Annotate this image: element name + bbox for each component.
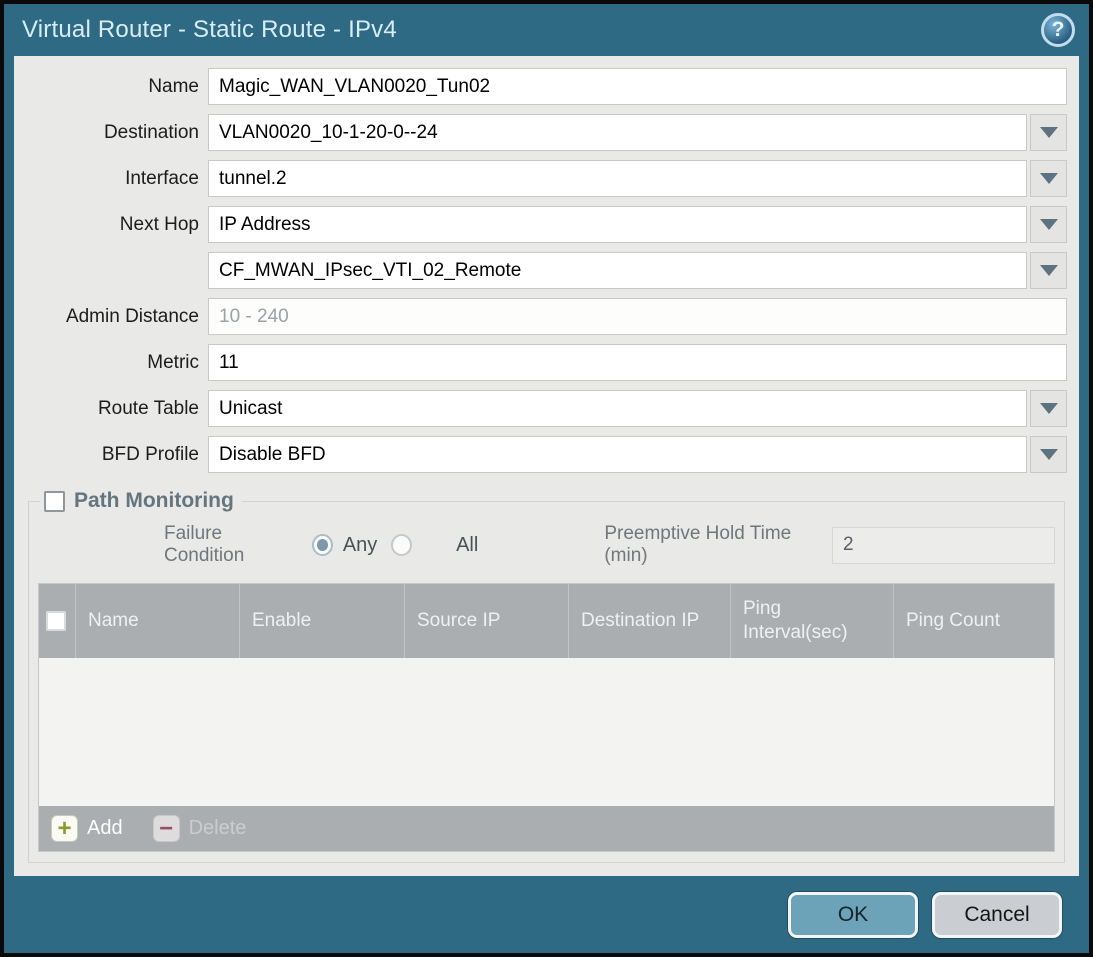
table-header-row: Name Enable Source IP Destination IP Pin…: [39, 584, 1054, 658]
chevron-down-icon: [1040, 173, 1058, 184]
route-table-label: Route Table: [26, 398, 208, 420]
path-monitoring-table: Name Enable Source IP Destination IP Pin…: [38, 583, 1055, 852]
table-body-empty: [39, 658, 1054, 806]
help-icon[interactable]: ?: [1041, 13, 1075, 47]
table-header-ping-count[interactable]: Ping Count: [893, 584, 1054, 658]
chevron-down-icon: [1040, 449, 1058, 460]
destination-input[interactable]: [208, 114, 1027, 151]
next-hop-type-input[interactable]: [208, 206, 1027, 243]
static-route-dialog: Virtual Router - Static Route - IPv4 ? N…: [0, 0, 1093, 957]
failure-condition-radio-all[interactable]: [391, 534, 412, 556]
next-hop-type-dropdown-button[interactable]: [1030, 206, 1067, 243]
metric-label: Metric: [26, 352, 208, 374]
interface-dropdown-button[interactable]: [1030, 160, 1067, 197]
interface-input[interactable]: [208, 160, 1027, 197]
chevron-down-icon: [1040, 403, 1058, 414]
table-header-destination-ip[interactable]: Destination IP: [568, 584, 730, 658]
table-header-source-ip[interactable]: Source IP: [404, 584, 568, 658]
preemptive-hold-time-label: Preemptive Hold Time (min): [604, 523, 824, 567]
destination-dropdown-button[interactable]: [1030, 114, 1067, 151]
delete-button-label: Delete: [189, 817, 247, 840]
failure-condition-any-label: Any: [343, 534, 377, 557]
form-row-name: Name: [26, 68, 1067, 105]
next-hop-label: Next Hop: [26, 214, 208, 236]
dialog-title: Virtual Router - Static Route - IPv4: [22, 16, 397, 44]
admin-distance-label: Admin Distance: [26, 306, 208, 328]
table-header-ping-interval[interactable]: Ping Interval(sec): [730, 584, 893, 658]
dialog-titlebar: Virtual Router - Static Route - IPv4 ?: [4, 4, 1089, 56]
failure-condition-row: Failure Condition Any All Preemptive Hol…: [38, 523, 1055, 567]
route-table-input[interactable]: [208, 390, 1027, 427]
path-monitoring-legend: Path Monitoring: [40, 489, 242, 513]
chevron-down-icon: [1040, 127, 1058, 138]
name-input[interactable]: [208, 68, 1067, 105]
chevron-down-icon: [1040, 219, 1058, 230]
failure-condition-all-label: All: [456, 534, 478, 557]
name-label: Name: [26, 76, 208, 98]
table-header-name[interactable]: Name: [75, 584, 239, 658]
select-all-checkbox[interactable]: [46, 611, 66, 631]
delete-icon: −: [153, 815, 180, 842]
form-row-destination: Destination: [26, 114, 1067, 151]
bfd-profile-label: BFD Profile: [26, 444, 208, 466]
delete-button[interactable]: − Delete: [153, 815, 247, 842]
dialog-body: Name Destination Interface: [14, 56, 1079, 876]
admin-distance-input[interactable]: [208, 298, 1067, 335]
table-toolbar: + Add − Delete: [39, 806, 1054, 851]
next-hop-address-input[interactable]: [208, 252, 1027, 289]
table-header-enable[interactable]: Enable: [239, 584, 404, 658]
add-icon: +: [51, 815, 78, 842]
path-monitoring-section: Path Monitoring Failure Condition Any Al…: [28, 489, 1065, 863]
form-row-admin-distance: Admin Distance: [26, 298, 1067, 335]
bfd-profile-dropdown-button[interactable]: [1030, 436, 1067, 473]
table-header-select-all: [39, 584, 75, 658]
form-row-route-table: Route Table: [26, 390, 1067, 427]
failure-condition-radio-any[interactable]: [312, 534, 333, 556]
failure-condition-label: Failure Condition: [164, 523, 298, 567]
cancel-button[interactable]: Cancel: [932, 892, 1062, 938]
form-row-next-hop: Next Hop: [26, 206, 1067, 243]
path-monitoring-checkbox[interactable]: [44, 491, 65, 512]
destination-label: Destination: [26, 122, 208, 144]
chevron-down-icon: [1040, 265, 1058, 276]
metric-input[interactable]: [208, 344, 1067, 381]
form-row-next-hop-address: [26, 252, 1067, 289]
form-row-metric: Metric: [26, 344, 1067, 381]
ok-button[interactable]: OK: [788, 892, 918, 938]
form-row-interface: Interface: [26, 160, 1067, 197]
add-button[interactable]: + Add: [51, 815, 123, 842]
dialog-footer: OK Cancel: [4, 876, 1089, 953]
path-monitoring-title: Path Monitoring: [74, 489, 234, 513]
preemptive-hold-time-input[interactable]: [832, 527, 1055, 564]
interface-label: Interface: [26, 168, 208, 190]
route-table-dropdown-button[interactable]: [1030, 390, 1067, 427]
next-hop-address-dropdown-button[interactable]: [1030, 252, 1067, 289]
bfd-profile-input[interactable]: [208, 436, 1027, 473]
form-row-bfd-profile: BFD Profile: [26, 436, 1067, 473]
add-button-label: Add: [87, 817, 123, 840]
